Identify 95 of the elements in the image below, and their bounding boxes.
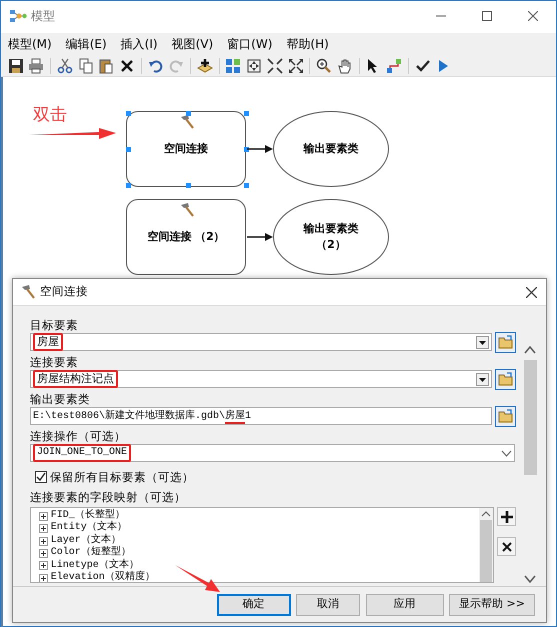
input-field[interactable]: 房屋结构注记点 [30, 370, 492, 388]
delete-icon[interactable] [119, 58, 135, 74]
expand-icon[interactable] [39, 548, 48, 558]
selection-handle[interactable] [244, 111, 249, 116]
expand-icon[interactable] [39, 574, 48, 582]
close-icon [502, 542, 512, 552]
field-label: 输出要素类 [30, 392, 91, 406]
folder-icon [498, 409, 514, 423]
selection-handle[interactable] [126, 183, 131, 188]
add-data-icon[interactable] [196, 58, 213, 74]
browse-button[interactable] [495, 406, 516, 426]
output-node[interactable]: 输出要素类 （2） [273, 199, 389, 275]
tool-label: 空间连接 [164, 140, 208, 157]
dialog-button[interactable]: 取消 [296, 594, 360, 616]
folder-icon [498, 335, 514, 349]
plus-icon [500, 510, 512, 522]
scroll-thumb[interactable] [524, 360, 536, 475]
browse-button[interactable] [495, 332, 516, 352]
hammer-icon [179, 202, 195, 218]
annotation-arrow [175, 563, 221, 593]
menu-item[interactable]: 窗口(W) [220, 33, 280, 55]
selection-handle[interactable] [186, 111, 191, 116]
expand-icon[interactable] [39, 524, 48, 534]
selection-handle[interactable] [126, 147, 131, 152]
model-icon [9, 9, 27, 23]
connector-arrow [247, 233, 273, 241]
expand-icon[interactable] [39, 536, 48, 546]
expand-icon[interactable] [39, 561, 48, 570]
zoom-in-icon[interactable] [316, 58, 332, 74]
chevron-up-icon [524, 346, 536, 354]
menu-item[interactable]: 插入(I) [114, 33, 165, 55]
output-node[interactable]: 输出要素类 [273, 111, 389, 187]
tree-item[interactable]: Color（短整型） [39, 547, 480, 560]
annotation-text: 双击 [33, 104, 67, 127]
checkbox-label: 保留所有目标要素（可选） [50, 470, 194, 484]
hammer-icon [20, 284, 36, 300]
selection-handle[interactable] [186, 183, 191, 188]
shrink-arrows-icon[interactable] [266, 58, 283, 74]
remove-button[interactable] [497, 537, 516, 556]
expand-arrows-icon[interactable] [288, 58, 304, 74]
tree-item[interactable]: Entity（文本） [39, 522, 480, 535]
hand-icon[interactable] [336, 58, 353, 74]
input-field[interactable]: E:\test0806\新建文件地理数据库.gdb\房屋1 [30, 407, 492, 425]
tool-node[interactable]: 空间连接 [126, 111, 246, 187]
scrollbar[interactable] [522, 346, 538, 586]
input-field[interactable]: 房屋 [30, 333, 492, 351]
dropdown-icon[interactable] [476, 372, 490, 386]
menu-item[interactable]: 模型(M) [1, 33, 59, 55]
output-label: 输出要素类 （2） [304, 220, 358, 253]
paste-icon[interactable] [98, 58, 114, 74]
dialog-title: 空间连接 [40, 283, 89, 300]
field-label: 连接要素 [30, 355, 79, 369]
check-icon[interactable] [414, 58, 430, 74]
selection-handle[interactable] [244, 147, 249, 152]
grid-icon[interactable] [225, 58, 242, 74]
maximize-icon [482, 11, 492, 21]
dialog-button[interactable]: 确定 [216, 594, 290, 616]
scrollbar[interactable] [479, 508, 494, 582]
dialog-button[interactable]: 显示帮助 >> [449, 594, 535, 616]
tool-label: 空间连接 （2） [147, 228, 225, 245]
connector-arrow [247, 145, 273, 153]
tool-node[interactable]: 空间连接 （2） [126, 199, 246, 275]
undo-icon[interactable] [148, 58, 164, 74]
checkbox[interactable] [35, 471, 47, 483]
menu-item[interactable]: 视图(V) [164, 33, 220, 55]
window-title: 模型 [31, 8, 56, 25]
dropdown-icon[interactable] [476, 336, 490, 348]
field-label: 连接操作（可选） [30, 429, 127, 443]
menu-item[interactable]: 编辑(E) [58, 33, 114, 55]
save-icon[interactable] [8, 58, 24, 74]
tree-item[interactable]: FID_（长整型） [39, 510, 480, 522]
folder-icon [498, 372, 514, 386]
copy-icon[interactable] [78, 58, 94, 74]
close-icon [528, 11, 538, 21]
scroll-thumb[interactable] [480, 520, 492, 582]
selection-handle[interactable] [244, 183, 249, 188]
selection-handle[interactable] [126, 111, 131, 116]
close-icon [526, 286, 536, 298]
field-label: 连接要素的字段映射（可选） [30, 490, 187, 504]
hammer-icon [179, 114, 195, 130]
expand-icon[interactable] [39, 512, 48, 521]
menu-item[interactable]: 帮助(H) [279, 33, 336, 55]
add-button[interactable] [497, 507, 516, 526]
dialog-button[interactable]: 应用 [366, 594, 444, 616]
chevron-down-icon [524, 575, 536, 583]
connect-icon[interactable] [386, 58, 402, 74]
full-extent-icon[interactable] [246, 58, 262, 74]
tree-item[interactable]: Elevation（双精度） [39, 572, 480, 582]
browse-button[interactable] [495, 368, 516, 390]
print-icon[interactable] [28, 58, 44, 74]
input-field[interactable]: JOIN_ONE_TO_ONE [30, 444, 515, 462]
output-label: 输出要素类 [304, 140, 358, 157]
scissors-icon[interactable] [56, 58, 73, 74]
chevron-down-icon[interactable] [501, 450, 512, 456]
field-label: 目标要素 [30, 318, 79, 332]
